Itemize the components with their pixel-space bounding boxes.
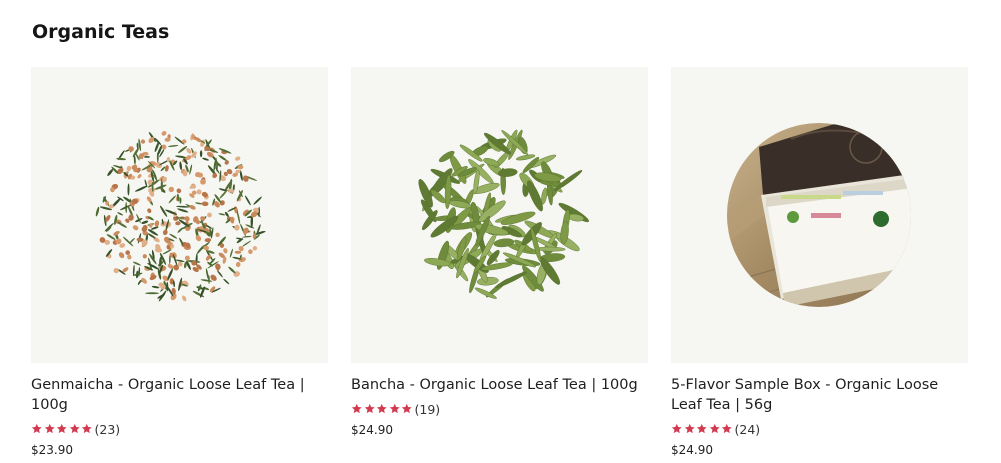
- star-icon: [69, 424, 80, 434]
- star-rating: [671, 423, 733, 435]
- star-icon: [351, 404, 362, 414]
- product-price: $23.90: [31, 443, 73, 457]
- star-icon: [401, 404, 412, 414]
- product-title[interactable]: Genmaicha - Organic Loose Leaf Tea | 100…: [31, 375, 328, 415]
- star-icon: [44, 424, 55, 434]
- product-grid: Genmaicha - Organic Loose Leaf Tea | 100…: [31, 67, 968, 457]
- review-count: (19): [414, 401, 441, 417]
- star-icon: [81, 424, 92, 434]
- star-rating: [31, 423, 93, 435]
- genmaicha-tea-leaves-image: [95, 131, 266, 302]
- star-icon: [376, 404, 387, 414]
- star-icon: [671, 424, 682, 434]
- star-icon: [56, 424, 67, 434]
- product-title[interactable]: Bancha - Organic Loose Leaf Tea | 100g: [351, 375, 648, 395]
- product-card-genmaicha[interactable]: Genmaicha - Organic Loose Leaf Tea | 100…: [31, 67, 328, 457]
- bancha-tea-leaves-image: [418, 129, 590, 299]
- star-icon: [364, 404, 375, 414]
- product-rating[interactable]: (19): [351, 401, 648, 417]
- product-image-link[interactable]: [31, 67, 328, 363]
- star-icon: [31, 424, 42, 434]
- product-image-link[interactable]: [671, 67, 968, 363]
- star-icon: [389, 404, 400, 414]
- sample-box-image: [727, 123, 911, 307]
- product-rating[interactable]: (23): [31, 421, 328, 437]
- star-icon: [684, 424, 695, 434]
- review-count: (23): [94, 421, 121, 437]
- product-image-link[interactable]: [351, 67, 648, 363]
- star-icon: [721, 424, 732, 434]
- product-rating[interactable]: (24): [671, 421, 968, 437]
- review-count: (24): [734, 421, 761, 437]
- product-price: $24.90: [351, 423, 393, 437]
- product-card-sample-box[interactable]: 5-Flavor Sample Box - Organic Loose Leaf…: [671, 67, 968, 457]
- product-price: $24.90: [671, 443, 713, 457]
- product-title[interactable]: 5-Flavor Sample Box - Organic Loose Leaf…: [671, 375, 968, 415]
- product-card-bancha[interactable]: Bancha - Organic Loose Leaf Tea | 100g (…: [351, 67, 648, 457]
- star-icon: [696, 424, 707, 434]
- star-rating: [351, 403, 413, 415]
- star-icon: [709, 424, 720, 434]
- section-title: Organic Teas: [32, 21, 170, 43]
